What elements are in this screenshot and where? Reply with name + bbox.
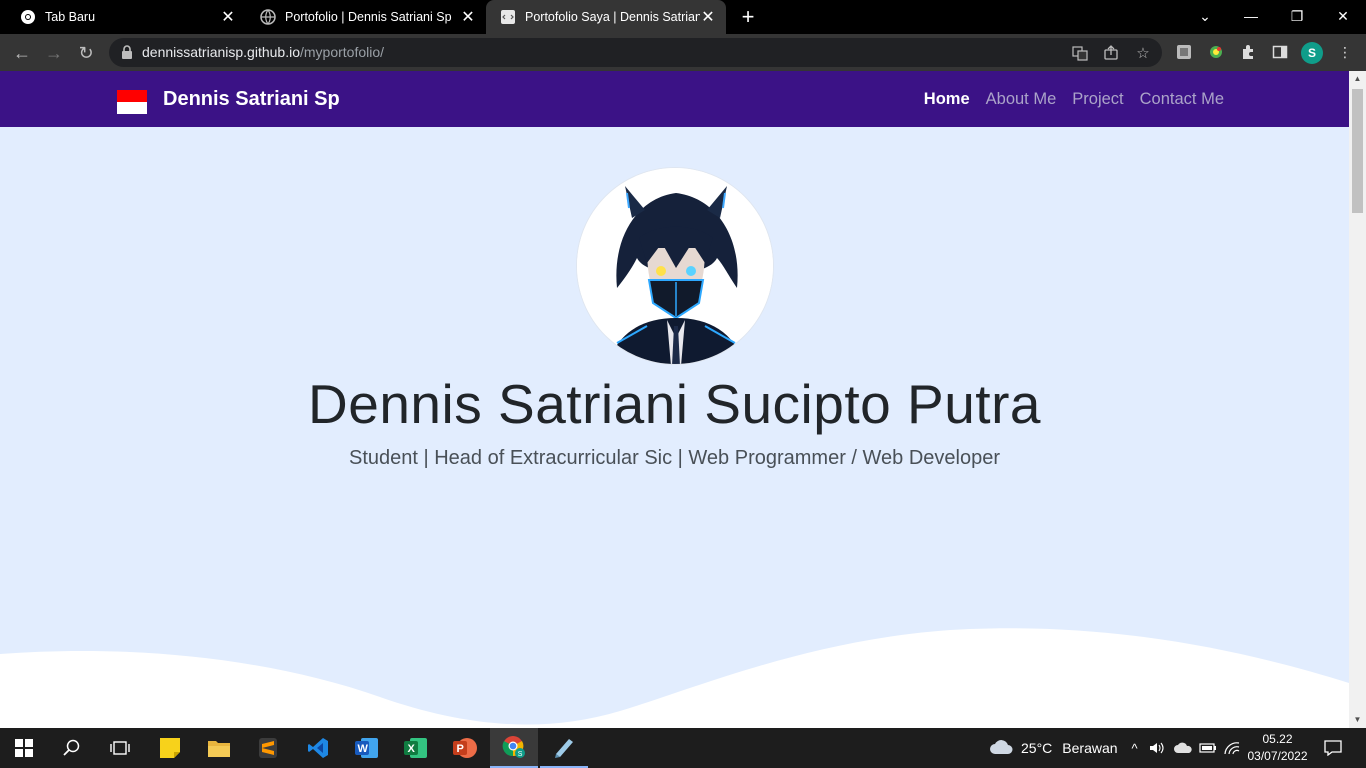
page-icon: [500, 9, 516, 25]
notification-center-icon[interactable]: [1324, 728, 1342, 768]
scrollbar-thumb[interactable]: [1352, 89, 1363, 213]
close-icon[interactable]: ✕: [700, 9, 716, 26]
close-window-button[interactable]: ✕: [1320, 0, 1366, 32]
windows-start-icon[interactable]: [0, 728, 48, 768]
new-tab-button[interactable]: +: [736, 6, 760, 28]
minimize-button[interactable]: —: [1228, 0, 1274, 32]
weather-desc: Berawan: [1062, 740, 1118, 756]
scroll-up-arrow-icon[interactable]: ▲: [1353, 74, 1362, 83]
search-icon[interactable]: [48, 728, 96, 768]
weather-widget[interactable]: 25°C Berawan: [989, 728, 1118, 768]
svg-text:S: S: [518, 751, 523, 758]
extension-color-icon[interactable]: [1206, 42, 1226, 62]
sublime-text-icon[interactable]: [244, 728, 292, 768]
share-icon[interactable]: [1102, 44, 1120, 62]
tab-title: Portofolio Saya | Dennis Satriani Sp: [525, 10, 700, 24]
close-icon[interactable]: ✕: [220, 9, 236, 26]
restore-button[interactable]: ❐: [1274, 0, 1320, 32]
system-clock[interactable]: 05.22 03/07/2022: [1240, 731, 1315, 765]
profile-avatar-image: [576, 167, 774, 365]
wifi-icon[interactable]: [1223, 728, 1241, 768]
svg-text:P: P: [457, 743, 464, 755]
chrome-icon: [20, 9, 36, 25]
address-bar[interactable]: dennissatrianisp.github.io/myportofolio/…: [109, 38, 1162, 67]
indonesia-flag-icon[interactable]: [117, 90, 147, 114]
volume-icon[interactable]: [1149, 728, 1165, 768]
tab-search-icon[interactable]: ⌄: [1182, 0, 1228, 32]
cloud-icon: [989, 739, 1013, 758]
chevron-up-icon[interactable]: ^: [1127, 728, 1142, 768]
nav-menu: Home About Me Project Contact Me: [908, 90, 1224, 109]
hero-name: Dennis Satriani Sucipto Putra: [308, 373, 1041, 435]
battery-icon[interactable]: [1199, 728, 1217, 768]
page-viewport: Dennis Satriani Sp Home About Me Project…: [0, 71, 1366, 728]
nav-about-me[interactable]: About Me: [986, 90, 1057, 109]
side-panel-icon[interactable]: [1270, 42, 1290, 62]
reload-button[interactable]: ↻: [73, 40, 99, 66]
svg-text:X: X: [408, 743, 416, 755]
forward-button[interactable]: →: [41, 40, 67, 66]
powerpoint-icon[interactable]: P: [441, 728, 489, 768]
tab-portofolio-saya[interactable]: Portofolio Saya | Dennis Satriani Sp ✕: [486, 0, 726, 34]
chrome-taskbar-icon[interactable]: S: [490, 728, 538, 768]
nav-home[interactable]: Home: [924, 90, 970, 109]
url-path: /myportofolio/: [300, 44, 385, 60]
url-text: dennissatrianisp.github.io/myportofolio/: [142, 44, 384, 60]
clock-time: 05.22: [1262, 732, 1293, 746]
hero-section: Dennis Satriani Sucipto Putra Student | …: [0, 127, 1349, 728]
onedrive-cloud-icon[interactable]: [1174, 728, 1192, 768]
tab-title: Tab Baru: [45, 10, 96, 24]
sticky-notes-icon[interactable]: [146, 728, 194, 768]
page-scrollbar[interactable]: ▲ ▼: [1349, 71, 1366, 728]
url-host: dennissatrianisp.github.io: [142, 44, 300, 60]
nav-project[interactable]: Project: [1072, 90, 1123, 109]
svg-text:W: W: [358, 743, 369, 755]
translate-icon[interactable]: [1071, 44, 1089, 62]
wave-divider: [0, 628, 1349, 728]
word-icon[interactable]: W: [343, 728, 391, 768]
profile-avatar[interactable]: S: [1301, 42, 1323, 64]
tab-new-tab[interactable]: Tab Baru ✕: [6, 0, 246, 34]
weather-temp: 25°C: [1021, 740, 1053, 756]
nav-contact-me[interactable]: Contact Me: [1140, 90, 1224, 109]
star-bookmark-icon[interactable]: ☆: [1134, 44, 1152, 62]
extension-screenshot-icon[interactable]: [1174, 42, 1194, 62]
excel-icon[interactable]: X: [392, 728, 440, 768]
tab-strip: Tab Baru ✕ Portofolio | Dennis Satriani …: [0, 0, 1366, 34]
more-menu-icon[interactable]: ⋮: [1335, 42, 1355, 62]
tab-portofolio[interactable]: Portofolio | Dennis Satriani Sp ✕: [246, 0, 486, 34]
notepad-icon[interactable]: [540, 728, 588, 768]
lock-icon[interactable]: [121, 45, 133, 59]
hero-tagline: Student | Head of Extracurricular Sic | …: [348, 447, 1001, 469]
file-explorer-icon[interactable]: [195, 728, 243, 768]
clock-date: 03/07/2022: [1247, 749, 1308, 763]
globe-icon: [260, 9, 276, 25]
windows-taskbar: W X P S 25°C Berawan ^ 05.22 03/07/2022: [0, 728, 1366, 768]
close-icon[interactable]: ✕: [460, 9, 476, 26]
task-view-icon[interactable]: [96, 728, 144, 768]
back-button[interactable]: ←: [9, 40, 35, 66]
site-brand[interactable]: Dennis Satriani Sp: [163, 88, 340, 111]
tab-title: Portofolio | Dennis Satriani Sp: [285, 10, 452, 24]
site-navbar: Dennis Satriani Sp Home About Me Project…: [0, 71, 1349, 127]
scroll-down-arrow-icon[interactable]: ▼: [1353, 715, 1362, 724]
puzzle-extensions-icon[interactable]: [1238, 42, 1258, 62]
browser-toolbar: ← → ↻ dennissatrianisp.github.io/myporto…: [0, 34, 1366, 71]
vs-code-icon[interactable]: [294, 728, 342, 768]
